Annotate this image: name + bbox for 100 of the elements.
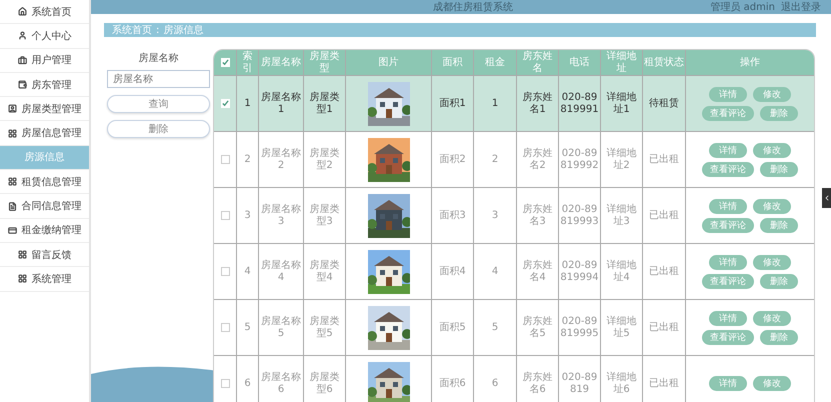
logout-link[interactable]: 退出登录 (781, 0, 821, 14)
table-row[interactable]: 3 房屋名称3 房屋类型3 面积3 3 房东姓名3 020-89819993 详细地址3 已出租 详情 修改 查看评论 删除 (214, 188, 814, 244)
column-header: 房东姓名 (516, 50, 558, 75)
table-cell: 5 (236, 300, 258, 355)
row-checkbox[interactable] (220, 99, 230, 108)
table-cell: 详细地址6 (600, 356, 642, 402)
table-cell: 020-89819994 (558, 244, 600, 299)
action-button[interactable]: 查看评论 (702, 274, 754, 288)
action-button[interactable]: 详情 (709, 376, 747, 391)
table-cell: 4 (236, 244, 258, 299)
table-cell: 4 (473, 244, 516, 299)
column-header: 租赁状态 (642, 50, 685, 75)
grid-icon (18, 250, 26, 260)
table-cell: 2 (236, 132, 258, 187)
action-button[interactable]: 修改 (753, 142, 791, 158)
user-icon (18, 31, 26, 40)
table-cell: 详细地址3 (600, 188, 642, 243)
table-cell: 房屋名称5 (258, 300, 303, 355)
search-field[interactable]: 房屋名称 (107, 70, 210, 88)
user-label: 管理员 admin (710, 1, 775, 14)
action-button[interactable]: 修改 (753, 86, 791, 102)
action-button[interactable]: 删除 (760, 218, 798, 232)
action-button[interactable]: 查看评论 (702, 162, 754, 176)
column-header: 房屋类型 (303, 50, 345, 75)
table-cell: 6 (473, 356, 516, 402)
row-checkbox[interactable] (220, 267, 230, 276)
action-button[interactable]: 删除 (760, 330, 798, 344)
table-cell: 房屋类型4 (303, 244, 345, 299)
action-button[interactable]: 修改 (753, 198, 791, 214)
action-button[interactable]: 查看评论 (702, 106, 754, 120)
breadcrumb-current: 房源信息 (163, 24, 204, 37)
grid-icon (18, 274, 26, 284)
table-cell: 1 (473, 76, 516, 131)
action-button[interactable]: 详情 (709, 254, 747, 270)
table-cell: 3 (473, 188, 516, 243)
field-label: 房屋名称 (138, 52, 180, 65)
action-button[interactable]: 详情 (709, 310, 747, 326)
row-checkbox[interactable] (220, 155, 230, 164)
action-button[interactable]: 删除 (760, 274, 798, 288)
table-row[interactable]: 1 房屋名称1 房屋类型1 面积1 1 房东姓名1 020-89819991 详细地址1 待租赁 详情 修改 查看评论 删除 (214, 76, 814, 132)
column-header: 房屋名称 (258, 50, 303, 75)
table-cell: 房东姓名2 (516, 132, 558, 187)
table-row[interactable]: 2 房屋名称2 房屋类型2 面积2 2 房东姓名2 020-89819992 详细地址2 已出租 详情 修改 查看评论 删除 (214, 132, 814, 188)
user-icon (8, 104, 16, 114)
action-button[interactable]: 查看评论 (702, 330, 754, 344)
action-button[interactable]: 修改 (753, 376, 791, 391)
table-cell: 房屋名称3 (258, 188, 303, 243)
select-all-checkbox[interactable] (220, 58, 230, 67)
sidebar-item[interactable]: 租金缴纳管理 (0, 218, 89, 243)
action-button[interactable]: 修改 (753, 310, 791, 326)
table-cell: 房屋类型6 (303, 356, 345, 402)
action-button[interactable]: 删除 (760, 162, 798, 176)
table-row[interactable]: 5 房屋名称5 房屋类型5 面积5 5 房东姓名5 020-89819995 详细地址5 已出租 详情 修改 查看评论 删除 (214, 300, 814, 356)
table-cell: 3 (236, 188, 258, 243)
table-cell: 详细地址1 (600, 76, 642, 131)
action-button[interactable]: 详情 (709, 142, 747, 158)
table-cell: 1 (236, 76, 258, 131)
sidebar-item[interactable]: 用户管理 (0, 48, 89, 73)
table-cell: 面积5 (431, 300, 473, 355)
table-cell: 面积4 (431, 244, 473, 299)
table-cell: 020-89819993 (558, 188, 600, 243)
delete-button[interactable]: 删除 (107, 120, 210, 138)
action-button[interactable]: 修改 (753, 254, 791, 270)
home-icon (18, 7, 26, 16)
table-cell: 详细地址5 (600, 300, 642, 355)
search-button[interactable]: 查询 (107, 95, 210, 113)
table-cell: 面积6 (431, 356, 473, 402)
row-checkbox[interactable] (220, 211, 230, 220)
grid-icon (8, 128, 16, 138)
column-header: 操作 (685, 50, 814, 75)
action-button[interactable]: 详情 (709, 198, 747, 214)
table-cell: 房屋名称1 (258, 76, 303, 131)
action-button[interactable]: 删除 (760, 106, 798, 120)
site-title: 成都住房租赁系统 (433, 0, 514, 14)
wallet-icon (18, 80, 26, 90)
breadcrumb-link[interactable]: 系统首页 (112, 23, 152, 37)
table-cell: 房屋名称2 (258, 132, 303, 187)
column-header: 租金 (473, 50, 516, 75)
table-row[interactable]: 4 房屋名称4 房屋类型4 面积4 4 房东姓名4 020-89819994 详细地址4 已出租 详情 修改 查看评论 删除 (214, 244, 814, 300)
table-cell: 020-89819992 (558, 132, 600, 187)
table-cell: 已出租 (642, 188, 685, 243)
table-cell: 待租赁 (642, 76, 685, 131)
column-header: 详细地址 (600, 50, 642, 75)
column-header: 电话 (558, 50, 600, 75)
sidebar-item[interactable]: 房源信息 (0, 146, 89, 170)
row-checkbox[interactable] (220, 323, 230, 332)
row-checkbox[interactable] (220, 379, 230, 388)
breadcrumb-separator: : (156, 24, 160, 36)
table-cell: 5 (473, 300, 516, 355)
action-button[interactable]: 详情 (709, 86, 747, 102)
table-cell: 房屋类型3 (303, 188, 345, 243)
column-header: 面积 (431, 50, 473, 75)
table-cell: 2 (473, 132, 516, 187)
document-icon (8, 202, 16, 211)
side-tab[interactable] (822, 188, 831, 208)
table-cell: 房东姓名4 (516, 244, 558, 299)
table-cell: 已出租 (642, 300, 685, 355)
table-cell: 房屋类型1 (303, 76, 345, 131)
action-button[interactable]: 查看评论 (702, 218, 754, 232)
table-cell: 020-89819995 (558, 300, 600, 355)
